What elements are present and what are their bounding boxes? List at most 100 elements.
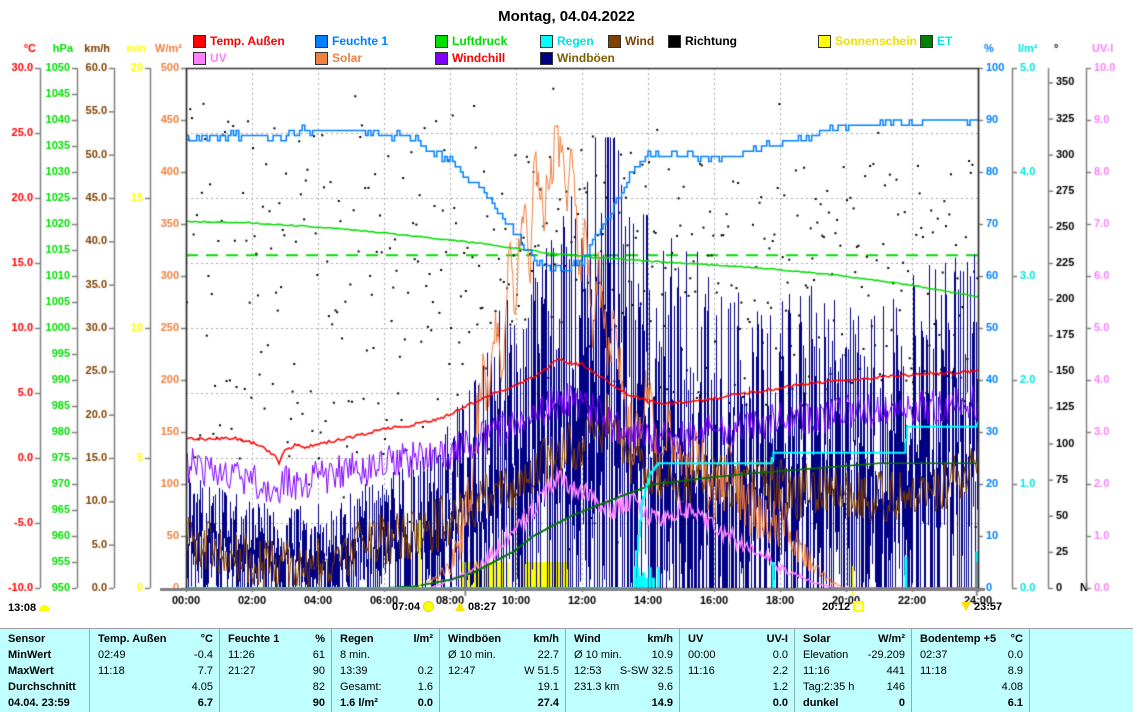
table-header: Sensor bbox=[8, 633, 45, 645]
table-row-label: MaxWert bbox=[8, 663, 83, 679]
column-unit: °C bbox=[1011, 633, 1023, 645]
cell-value: 0 bbox=[899, 697, 905, 709]
cell-value: 146 bbox=[887, 681, 905, 693]
cell-value: 90 bbox=[313, 665, 325, 677]
arrow-up-icon bbox=[455, 602, 465, 611]
table-row-label: MinWert bbox=[8, 647, 83, 663]
weather-plot-canvas bbox=[0, 0, 1133, 624]
table-col-solar: Solar W/m² Elevation -29.209 11:16441Tag:2:3… bbox=[795, 629, 912, 712]
table-col-sensor: SensorMinWertMaxWertDurchschnitt04.04. 2… bbox=[0, 629, 90, 712]
cell-value: 6.7 bbox=[198, 697, 213, 709]
cell-label: Ø 10 min. bbox=[448, 649, 496, 661]
column-name: Solar bbox=[803, 633, 831, 645]
annotation-moonset: 23:57 bbox=[958, 600, 1002, 613]
table-cell-row3: Gesamt: 1.6 bbox=[340, 679, 433, 695]
cell-value: 19.1 bbox=[538, 681, 559, 693]
table-cell-row2: 11:187.7 bbox=[98, 663, 213, 679]
cell-value: 8.9 bbox=[1008, 665, 1023, 677]
table-col-temp-au-en: Temp. Außen °C 02:49-0.411:187.7 4.05 6.7 bbox=[90, 629, 220, 712]
moonset-time: 23:57 bbox=[974, 601, 1002, 613]
cell-label: 1.6 l/m² bbox=[340, 697, 378, 709]
cell-value: 9.6 bbox=[658, 681, 673, 693]
cell-label: 13:39 bbox=[340, 665, 368, 677]
cell-value: 0.0 bbox=[773, 697, 788, 709]
table-cell-row3: 82 bbox=[228, 679, 325, 695]
cell-label: 12:53 bbox=[574, 665, 602, 677]
table-cell-row4: 1.6 l/m² 0.0 bbox=[340, 695, 433, 711]
cell-value: S-SW 32.5 bbox=[620, 665, 673, 677]
table-cell-row4: 27.4 bbox=[448, 695, 559, 711]
cell-label: dunkel bbox=[803, 697, 838, 709]
cell-value: 7.7 bbox=[198, 665, 213, 677]
annotation-sunrise: 07:04 bbox=[392, 600, 437, 613]
cell-label: 11:16 bbox=[688, 665, 715, 677]
column-unit: l/m² bbox=[413, 633, 433, 645]
table-cell-row3: 19.1 bbox=[448, 679, 559, 695]
annotation-moonrise: 08:27 bbox=[452, 600, 496, 613]
weather-day-view: Montag, 04.04.2022 Temp. AußenFeuchte 1L… bbox=[0, 0, 1133, 712]
column-name: Wind bbox=[574, 633, 601, 645]
cell-value: W 51.5 bbox=[524, 665, 559, 677]
table-cell-row1: 02:49-0.4 bbox=[98, 647, 213, 663]
cell-label: 02:49 bbox=[98, 649, 126, 661]
table-cell-row1: Ø 10 min.10.9 bbox=[574, 647, 673, 663]
moonrise-time: 08:27 bbox=[468, 601, 496, 613]
cell-value: 6.1 bbox=[1008, 697, 1023, 709]
cell-value: 0.2 bbox=[418, 665, 433, 677]
cell-value: 0.0 bbox=[418, 697, 433, 709]
table-col-uv: UVUV-I00:000.011:162.21.20.0 bbox=[680, 629, 795, 712]
cell-label: 21:27 bbox=[228, 665, 256, 677]
table-cell-row1: 8 min. bbox=[340, 647, 433, 663]
table-cell-row2: 21:27 90 bbox=[228, 663, 325, 679]
cell-value: 90 bbox=[313, 697, 325, 709]
cell-value: 2.2 bbox=[773, 665, 788, 677]
table-cell-row2: 12:53 S-SW 32.5 bbox=[574, 663, 673, 679]
sunset-time: 20:12 bbox=[822, 601, 850, 613]
cell-value: 0.0 bbox=[1008, 649, 1023, 661]
column-name: Temp. Außen bbox=[98, 633, 166, 645]
cell-value: 4.05 bbox=[192, 681, 213, 693]
cell-label: Gesamt: bbox=[340, 681, 382, 693]
table-cell-row4: 6.1 bbox=[920, 695, 1023, 711]
table-cell-row3: 4.05 bbox=[98, 679, 213, 695]
cell-label: 11:26 bbox=[228, 649, 255, 661]
cell-label: 12:47 bbox=[448, 665, 476, 677]
cell-label: Elevation bbox=[803, 649, 848, 661]
table-cell-row2: 11:18 8.9 bbox=[920, 663, 1023, 679]
stats-table: SensorMinWertMaxWertDurchschnitt04.04. 2… bbox=[0, 628, 1133, 712]
table-cell-row3: 231.3 km 9.6 bbox=[574, 679, 673, 695]
column-unit: W/m² bbox=[878, 633, 905, 645]
table-cell-row4: 6.7 bbox=[98, 695, 213, 711]
table-cell-row3: 4.08 bbox=[920, 679, 1023, 695]
table-cell-row2: 11:16441 bbox=[803, 663, 905, 679]
table-cell-row2: 11:16 2.2 bbox=[688, 663, 788, 679]
table-col-regen: Regenl/m²8 min.13:390.2Gesamt:1.61.6 l/m… bbox=[332, 629, 440, 712]
table-cell-row1: 11:26 61 bbox=[228, 647, 325, 663]
table-col-wind: Windkm/hØ 10 min.10.912:53S-SW 32.5231.3… bbox=[566, 629, 680, 712]
column-name: UV bbox=[688, 633, 703, 645]
table-cell-row1: 02:370.0 bbox=[920, 647, 1023, 663]
table-col-bodentemp-5: Bodentemp +5°C02:370.011:188.94.086.1 bbox=[912, 629, 1030, 712]
cell-label: 11:18 bbox=[920, 665, 947, 677]
table-cell-row2: 12:47 W 51.5 bbox=[448, 663, 559, 679]
cell-value: 1.2 bbox=[773, 681, 788, 693]
table-cell-row3: 1.2 bbox=[688, 679, 788, 695]
cell-label: 231.3 km bbox=[574, 681, 619, 693]
column-unit: °C bbox=[201, 633, 213, 645]
cell-label: 00:00 bbox=[688, 649, 716, 661]
table-cell-row2: 13:39 0.2 bbox=[340, 663, 433, 679]
cell-value: 4.08 bbox=[1002, 681, 1023, 693]
cell-value: 14.9 bbox=[652, 697, 673, 709]
table-col-feuchte-1: Feuchte 1%11:266121:27908290 bbox=[220, 629, 332, 712]
table-row-label: 04.04. 23:59 bbox=[8, 695, 83, 711]
cell-value: -29.209 bbox=[868, 649, 905, 661]
table-cell-row3: Tag:2:35 h146 bbox=[803, 679, 905, 695]
cell-value: 1.6 bbox=[418, 681, 433, 693]
cell-value: 0.0 bbox=[773, 649, 788, 661]
table-col-windb-en: Windböenkm/hØ 10 min.22.712:47W 51.519.1… bbox=[440, 629, 566, 712]
cell-value: 10.9 bbox=[652, 649, 673, 661]
cell-value: 82 bbox=[313, 681, 325, 693]
column-unit: km/h bbox=[647, 633, 673, 645]
cell-value: 61 bbox=[313, 649, 325, 661]
cell-label: 11:16 bbox=[803, 665, 830, 677]
